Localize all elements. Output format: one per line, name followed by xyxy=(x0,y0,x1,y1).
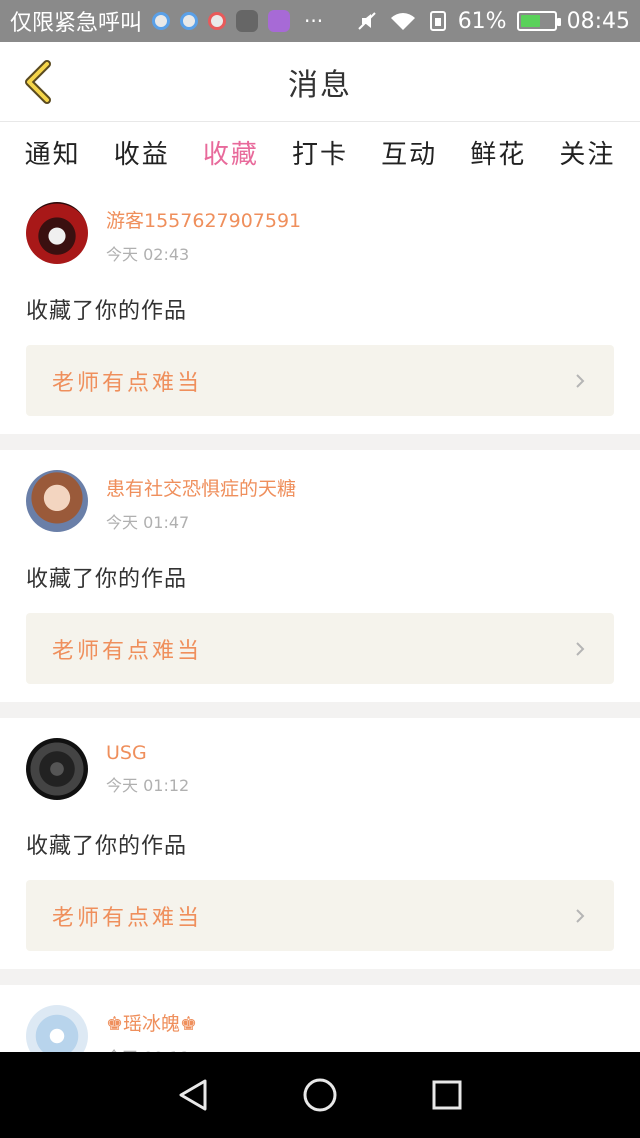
notification-avatar-icon xyxy=(236,10,259,32)
square-recents-icon xyxy=(432,1080,462,1110)
message-card: 游客1557627907591 今天 02:43 收藏了你的作品 老师有点难当 xyxy=(0,182,640,434)
chevron-right-icon xyxy=(576,373,585,388)
notification-app-icon xyxy=(152,12,171,30)
notification-app-icon-3 xyxy=(208,12,227,30)
message-time: 今天 01:47 xyxy=(106,513,190,532)
tab-notifications[interactable]: 通知 xyxy=(21,128,85,177)
header: 消息 xyxy=(0,42,640,122)
tab-checkin[interactable]: 打卡 xyxy=(288,128,352,177)
system-nav-bar xyxy=(0,1052,640,1138)
mute-icon xyxy=(357,12,376,30)
user-info: 游客1557627907591 今天 02:43 xyxy=(106,200,301,265)
message-header: ♚瑶冰魄♚ 今天 00:18 xyxy=(26,1003,614,1052)
work-title: 老师有点难当 xyxy=(52,905,203,931)
work-link[interactable]: 老师有点难当 xyxy=(26,345,614,416)
user-name[interactable]: ♚瑶冰魄♚ xyxy=(106,1009,197,1036)
message-time: 今天 00:18 xyxy=(106,1044,197,1052)
message-list: 游客1557627907591 今天 02:43 收藏了你的作品 老师有点难当 … xyxy=(0,182,640,1052)
chevron-right-icon xyxy=(576,908,585,923)
message-header: USG 今天 01:12 xyxy=(26,736,614,800)
nav-home-button[interactable] xyxy=(300,1075,340,1115)
circle-home-icon xyxy=(303,1078,337,1112)
more-notifications-icon: ··· xyxy=(304,9,324,33)
message-card: ♚瑶冰魄♚ 今天 00:18 xyxy=(0,985,640,1052)
tab-following[interactable]: 关注 xyxy=(555,128,619,177)
avatar[interactable] xyxy=(26,1005,88,1052)
work-title: 老师有点难当 xyxy=(52,638,203,664)
wifi-icon xyxy=(390,13,415,30)
chevron-left-icon xyxy=(25,60,51,104)
work-title: 老师有点难当 xyxy=(52,370,203,396)
avatar[interactable] xyxy=(26,738,88,800)
avatar[interactable] xyxy=(26,470,88,532)
message-header: 游客1557627907591 今天 02:43 xyxy=(26,200,614,265)
tab-earnings[interactable]: 收益 xyxy=(110,128,174,177)
message-text: 收藏了你的作品 xyxy=(26,299,188,324)
user-name[interactable]: 患有社交恐惧症的天糖 xyxy=(106,474,296,501)
user-info: ♚瑶冰魄♚ 今天 00:18 xyxy=(106,1003,197,1052)
triangle-back-icon xyxy=(179,1079,207,1111)
tab-flowers[interactable]: 鲜花 xyxy=(466,128,530,177)
message-text: 收藏了你的作品 xyxy=(26,567,188,592)
tab-interaction[interactable]: 互动 xyxy=(377,128,441,177)
tab-favorites[interactable]: 收藏 xyxy=(199,128,263,187)
nav-recents-button[interactable] xyxy=(427,1075,467,1115)
gallery-icon xyxy=(268,10,291,32)
notification-app-icon-2 xyxy=(180,12,199,30)
user-name[interactable]: 游客1557627907591 xyxy=(106,206,301,233)
battery-icon xyxy=(516,11,561,31)
user-info: 患有社交恐惧症的天糖 今天 01:47 xyxy=(106,468,296,533)
status-left: 仅限紧急呼叫 ··· xyxy=(10,5,323,37)
avatar[interactable] xyxy=(26,202,88,264)
tab-bar: 通知 收益 收藏 打卡 互动 鲜花 关注 xyxy=(0,122,640,187)
message-text: 收藏了你的作品 xyxy=(26,834,188,859)
battery-percent: 61% xyxy=(457,8,507,34)
carrier-text: 仅限紧急呼叫 xyxy=(10,11,143,36)
chevron-right-icon xyxy=(576,641,585,656)
sim-icon xyxy=(429,11,446,31)
work-link[interactable]: 老师有点难当 xyxy=(26,880,614,951)
page-title: 消息 xyxy=(288,67,352,103)
user-name[interactable]: USG xyxy=(106,742,189,764)
status-bar: 仅限紧急呼叫 ··· 61% 08:45 xyxy=(0,0,640,42)
back-button[interactable] xyxy=(14,58,62,106)
message-time: 今天 02:43 xyxy=(106,245,190,264)
status-time: 08:45 xyxy=(566,8,630,34)
message-time: 今天 01:12 xyxy=(106,776,190,795)
user-info: USG 今天 01:12 xyxy=(106,736,189,796)
battery-fill xyxy=(520,15,541,27)
nav-back-button[interactable] xyxy=(173,1075,213,1115)
status-right: 61% 08:45 xyxy=(356,9,630,34)
work-link[interactable]: 老师有点难当 xyxy=(26,613,614,684)
message-card: 患有社交恐惧症的天糖 今天 01:47 收藏了你的作品 老师有点难当 xyxy=(0,450,640,702)
message-header: 患有社交恐惧症的天糖 今天 01:47 xyxy=(26,468,614,533)
message-card: USG 今天 01:12 收藏了你的作品 老师有点难当 xyxy=(0,718,640,969)
